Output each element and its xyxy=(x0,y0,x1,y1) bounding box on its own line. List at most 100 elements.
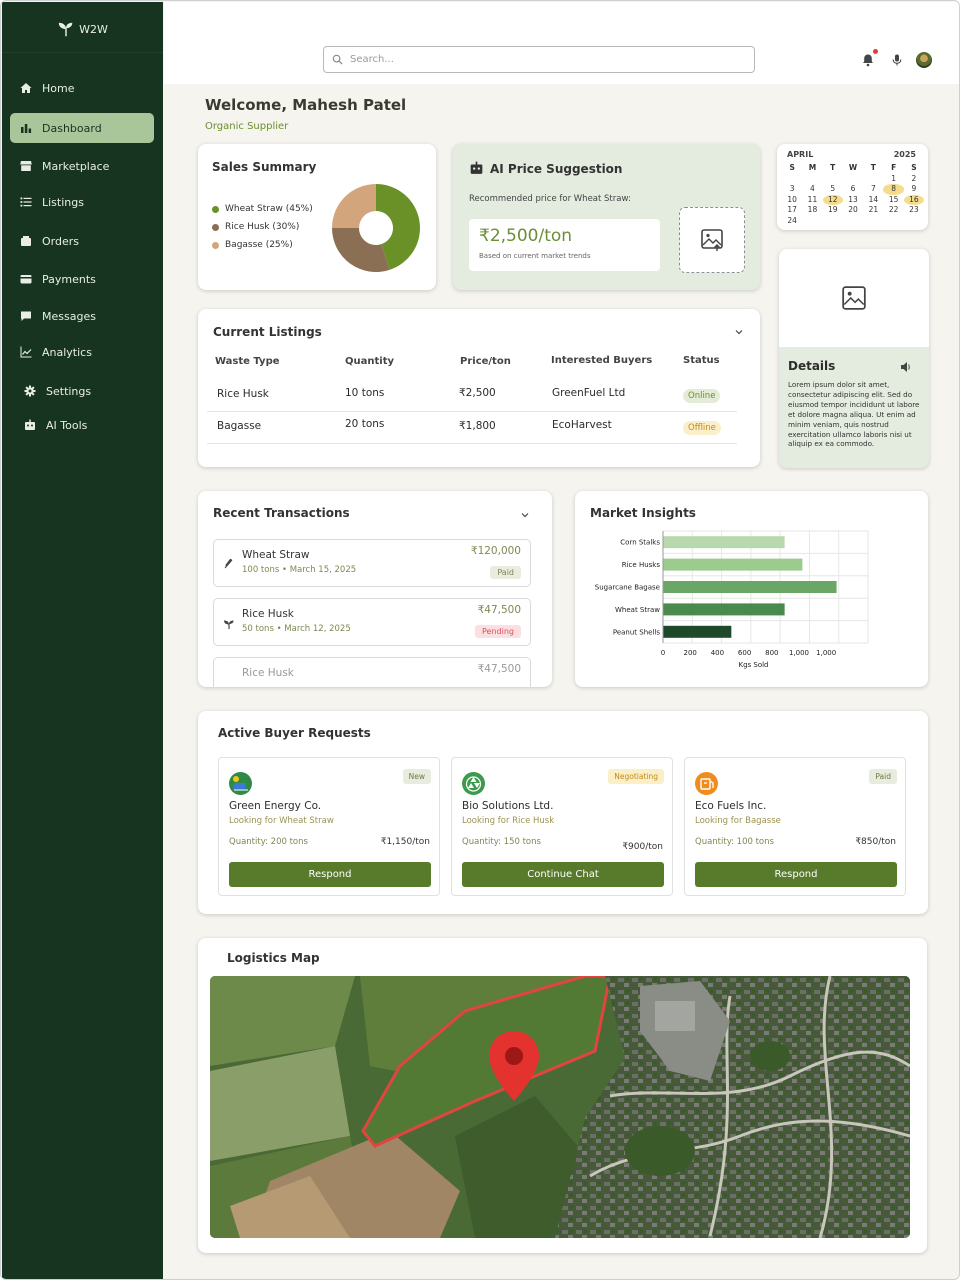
calendar-day[interactable]: 6 xyxy=(843,184,863,195)
current-listings-card: Current Listings Waste Type Quantity Pri… xyxy=(198,309,760,467)
transaction-amount: ₹120,000 xyxy=(470,545,521,557)
transaction-item[interactable]: Wheat Straw 100 tons • March 15, 2025 ₹1… xyxy=(213,539,531,587)
ai-price-subtitle: Recommended price for Wheat Straw: xyxy=(469,194,631,204)
category-label: Sugarcane Bagase xyxy=(595,584,660,592)
calendar-day[interactable]: 18 xyxy=(802,205,822,216)
calendar-day[interactable]: 5 xyxy=(823,184,843,195)
continue-chat-button[interactable]: Continue Chat xyxy=(462,862,664,887)
satellite-map[interactable] xyxy=(210,976,910,1238)
sidebar-item-analytics[interactable]: Analytics xyxy=(10,337,154,367)
status-badge: Paid xyxy=(490,566,521,579)
calendar-month: APRIL xyxy=(787,150,814,159)
tick-label: 0 xyxy=(661,649,665,657)
bell-icon[interactable] xyxy=(861,53,875,67)
calendar-day[interactable]: 11 xyxy=(802,195,822,206)
buyer-price: ₹850/ton xyxy=(855,837,896,847)
chevron-down-icon[interactable] xyxy=(734,327,744,337)
calendar-day[interactable]: 17 xyxy=(782,205,802,216)
category-label: Wheat Straw xyxy=(615,606,660,614)
calendar-day[interactable]: 12 xyxy=(822,194,843,205)
transaction-name: Wheat Straw xyxy=(242,549,310,561)
speaker-icon[interactable] xyxy=(900,361,912,373)
category-label: Corn Stalks xyxy=(620,539,660,547)
top-bar: Search... xyxy=(164,2,959,84)
sidebar-item-messages[interactable]: Messages xyxy=(10,301,154,331)
sidebar: W2W Home Dashboard Marketplace Listings … xyxy=(2,2,163,1279)
search-input[interactable]: Search... xyxy=(323,46,755,73)
calendar-day[interactable]: 24 xyxy=(782,216,802,227)
calendar-day[interactable]: 13 xyxy=(843,195,863,206)
transaction-item[interactable]: Rice Husk ₹47,500 xyxy=(213,657,531,687)
transaction-item[interactable]: Rice Husk 50 tons • March 12, 2025 ₹47,5… xyxy=(213,598,531,646)
avatar[interactable] xyxy=(916,52,932,68)
calendar-day[interactable]: 3 xyxy=(782,184,802,195)
calendar-day[interactable]: 21 xyxy=(863,205,883,216)
calendar-day[interactable]: 7 xyxy=(863,184,883,195)
calendar-day[interactable]: 4 xyxy=(802,184,822,195)
category-label: Rice Husks xyxy=(622,561,661,569)
weekday-label: W xyxy=(848,163,858,172)
pie-slice-rice-husk xyxy=(332,228,390,272)
suggested-price: ₹2,500/ton xyxy=(479,226,573,246)
buyer-looking-for: Looking for Rice Husk xyxy=(462,816,555,826)
calendar-day[interactable]: 8 xyxy=(883,184,904,195)
status-badge: Paid xyxy=(869,769,897,784)
weekday-label: F xyxy=(891,163,897,172)
cell-waste-type: Rice Husk xyxy=(217,388,269,400)
search-icon xyxy=(332,54,343,65)
chevron-down-icon[interactable] xyxy=(520,510,530,520)
buyer-price: ₹1,150/ton xyxy=(380,837,430,847)
image-upload-box[interactable] xyxy=(679,207,745,273)
column-header: Interested Buyers xyxy=(551,355,653,366)
tick-label: 1,000 xyxy=(816,649,836,657)
sidebar-item-ai-tools[interactable]: AI Tools xyxy=(14,410,158,440)
transaction-meta: 100 tons • March 15, 2025 xyxy=(242,565,357,575)
microphone-icon[interactable] xyxy=(890,53,904,67)
sidebar-item-orders[interactable]: Orders xyxy=(10,226,154,256)
sidebar-item-dashboard[interactable]: Dashboard xyxy=(10,113,154,143)
calendar-day[interactable]: 1 xyxy=(883,174,903,185)
legend-item: Rice Husk (30%) xyxy=(212,222,299,232)
respond-button[interactable]: Respond xyxy=(229,862,431,887)
cell-quantity: 10 tons xyxy=(345,387,385,399)
calendar-day[interactable]: 9 xyxy=(904,184,924,195)
sidebar-item-label: Dashboard xyxy=(42,121,102,135)
calendar-empty xyxy=(863,174,883,185)
row-divider xyxy=(207,443,737,444)
brand-logo[interactable]: W2W xyxy=(2,20,163,38)
calendar-day[interactable]: 16 xyxy=(903,194,925,205)
notification-dot xyxy=(873,49,878,54)
calendar-day[interactable]: 20 xyxy=(843,205,863,216)
card-title: Current Listings xyxy=(213,325,322,339)
sidebar-item-home[interactable]: Home xyxy=(10,73,154,103)
sidebar-item-marketplace[interactable]: Marketplace xyxy=(10,151,154,181)
page-title: Welcome, Mahesh Patel xyxy=(205,96,407,114)
respond-button[interactable]: Respond xyxy=(695,862,897,887)
bar xyxy=(663,625,732,638)
status-badge: Offline xyxy=(683,421,721,435)
logistics-map-card: Logistics Map xyxy=(198,938,927,1253)
calendar-day[interactable]: 10 xyxy=(782,195,802,206)
calendar-day[interactable]: 2 xyxy=(904,174,924,185)
user-role: Organic Supplier xyxy=(205,121,289,132)
calendar-day[interactable]: 14 xyxy=(863,195,883,206)
sidebar-item-listings[interactable]: Listings xyxy=(10,187,154,217)
sidebar-item-label: Messages xyxy=(42,309,96,323)
calendar-day[interactable]: 23 xyxy=(904,205,924,216)
home-icon xyxy=(19,81,33,95)
calendar-day[interactable]: 19 xyxy=(823,205,843,216)
sidebar-item-settings[interactable]: Settings xyxy=(14,376,158,406)
sidebar-item-payments[interactable]: Payments xyxy=(10,264,154,294)
calendar-empty xyxy=(823,174,843,185)
status-badge: Online xyxy=(683,389,721,403)
transaction-amount: ₹47,500 xyxy=(477,663,521,675)
calendar-day[interactable]: 22 xyxy=(883,205,903,216)
transaction-amount: ₹47,500 xyxy=(477,604,521,616)
buyer-quantity: Quantity: 150 tons xyxy=(462,837,541,847)
transaction-meta: 50 tons • March 12, 2025 xyxy=(242,624,351,634)
calendar-empty xyxy=(843,174,863,185)
bar xyxy=(663,536,785,549)
calendar-day[interactable]: 15 xyxy=(883,195,903,206)
bar xyxy=(663,581,837,593)
column-header: Price/ton xyxy=(460,356,511,367)
